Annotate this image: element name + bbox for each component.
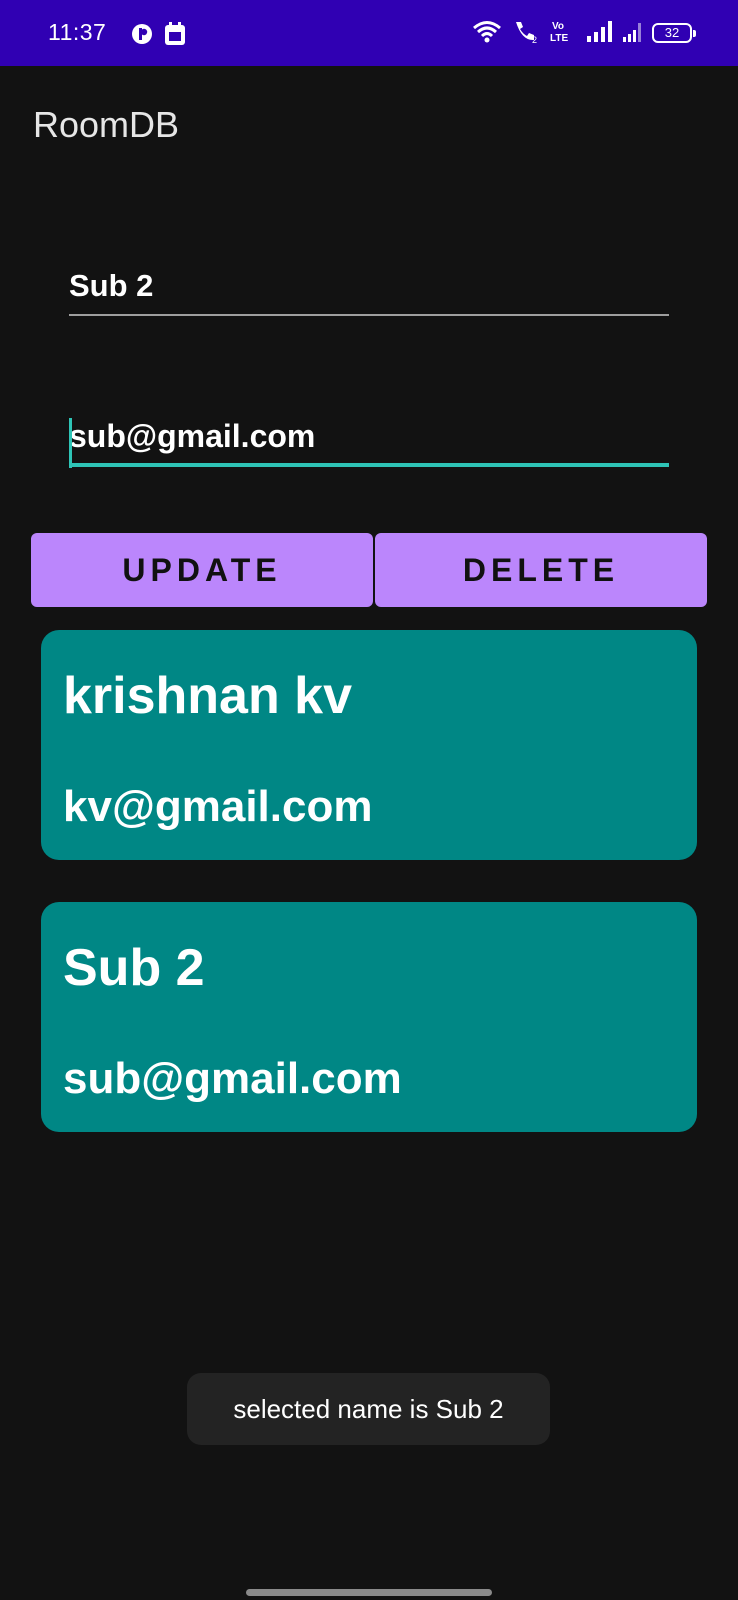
volte-icon: Vo LTE — [550, 19, 576, 48]
text-cursor — [69, 418, 72, 468]
name-field[interactable]: Sub 2 — [69, 268, 669, 316]
gesture-navigation-bar[interactable] — [246, 1589, 492, 1596]
wifi-icon — [472, 19, 502, 48]
status-bar: 11:37 2 Vo LTE 32 — [0, 0, 738, 66]
user-card-name: krishnan kv — [63, 667, 353, 725]
delete-button[interactable]: DELETE — [375, 533, 707, 607]
battery-icon: 32 — [652, 23, 696, 43]
status-time: 11:37 — [48, 19, 107, 45]
email-field[interactable]: sub@gmail.com — [69, 418, 669, 468]
svg-text:LTE: LTE — [550, 33, 568, 43]
signal-icon-1 — [586, 19, 612, 48]
toast-message: selected name is Sub 2 — [187, 1373, 550, 1445]
name-field-value[interactable]: Sub 2 — [69, 268, 669, 304]
svg-text:2: 2 — [532, 35, 537, 43]
wifi-calling-icon: 2 — [512, 19, 540, 48]
email-field-value[interactable]: sub@gmail.com — [69, 418, 669, 455]
user-card[interactable]: Sub 2 sub@gmail.com — [41, 902, 697, 1132]
status-icons: 2 Vo LTE 32 — [472, 19, 696, 48]
signal-icon-2 — [622, 19, 642, 48]
user-card-email: kv@gmail.com — [63, 782, 373, 831]
name-field-underline — [69, 314, 669, 316]
app-title: RoomDB — [33, 104, 180, 145]
app-notification-icon — [130, 22, 154, 51]
calendar-notification-icon — [163, 21, 187, 52]
svg-text:Vo: Vo — [552, 21, 564, 32]
update-button[interactable]: UPDATE — [31, 533, 373, 607]
email-field-underline — [69, 463, 669, 467]
user-card[interactable]: krishnan kv kv@gmail.com — [41, 630, 697, 860]
user-card-email: sub@gmail.com — [63, 1054, 402, 1103]
user-card-name: Sub 2 — [63, 939, 205, 997]
